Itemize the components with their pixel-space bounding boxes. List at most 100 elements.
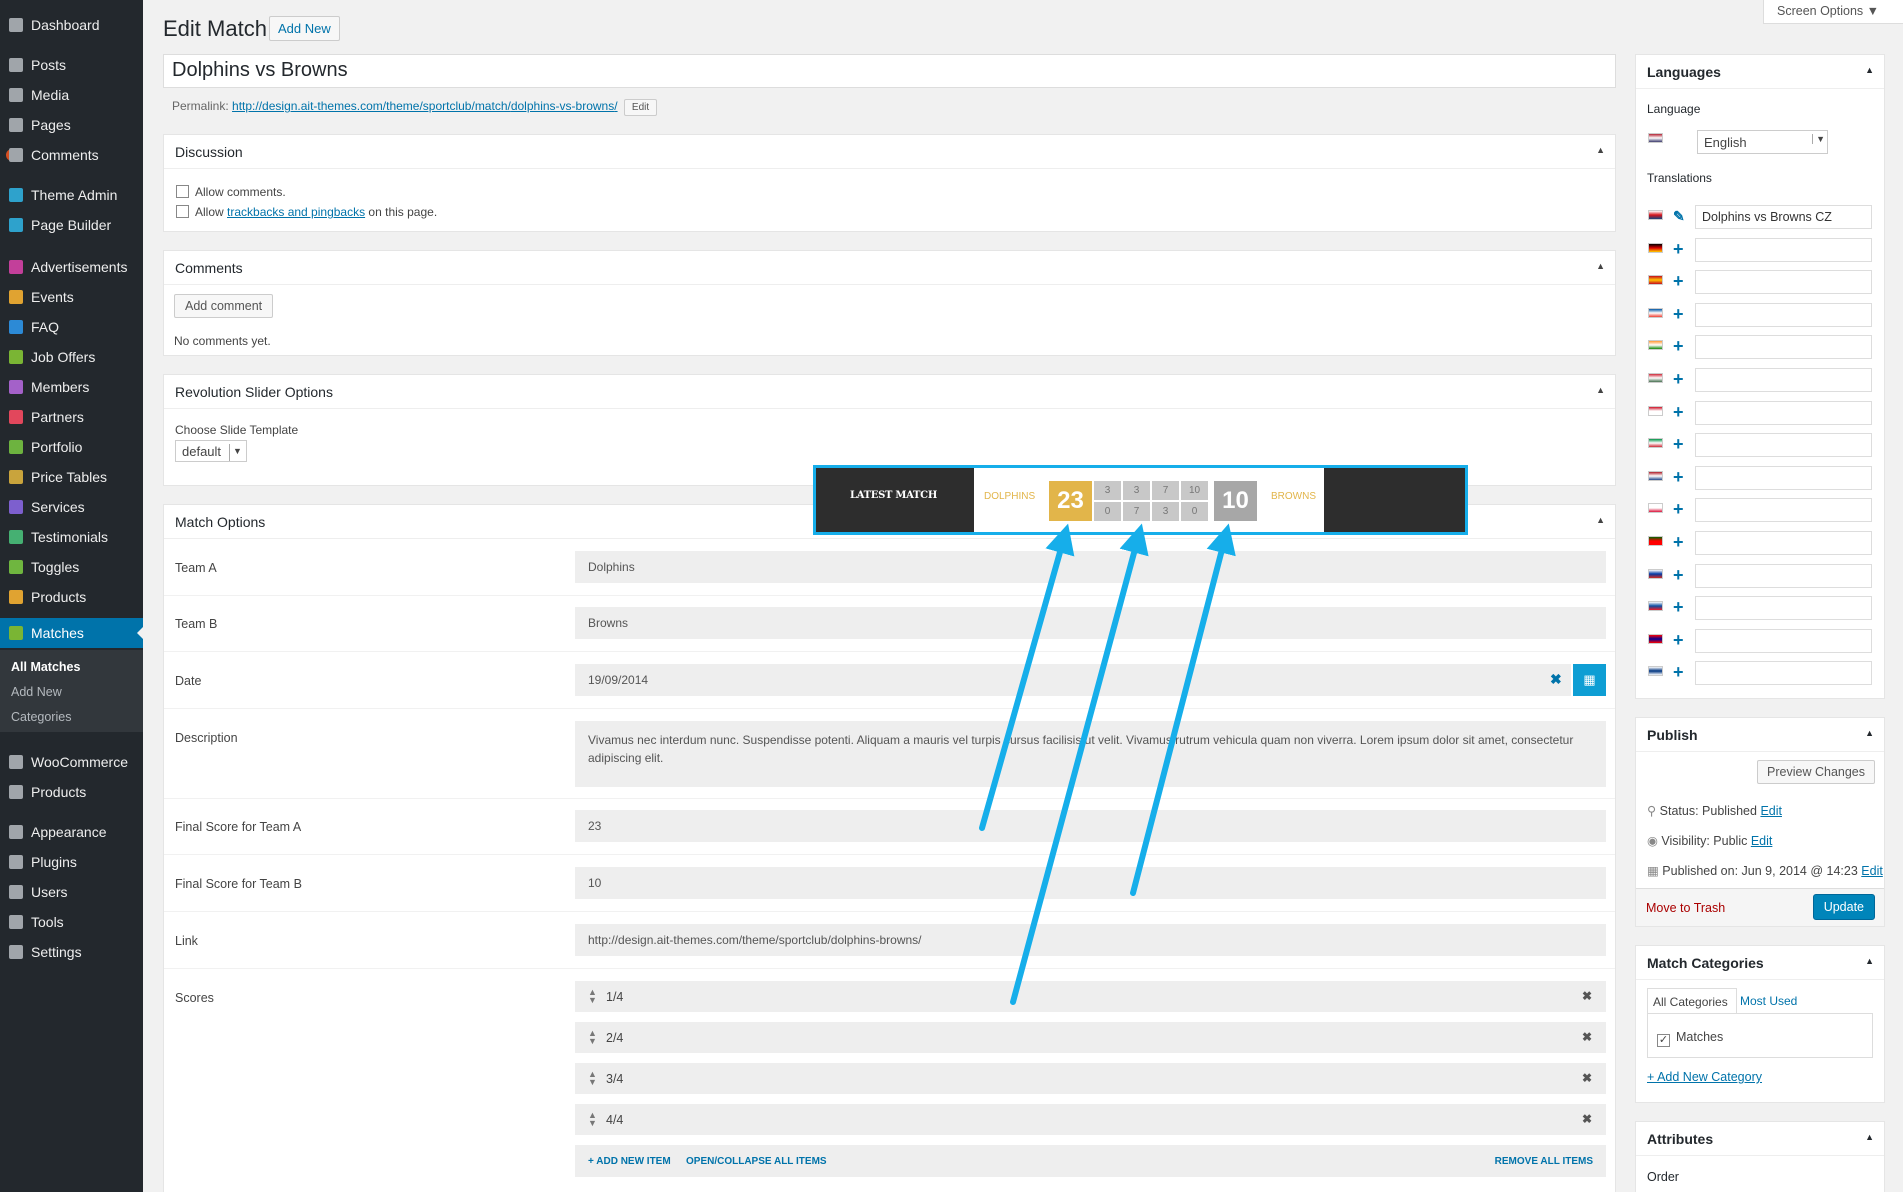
plus-icon[interactable]: + [1673,631,1684,649]
score-item[interactable]: ▲ ▼ 3/4 ✖ [575,1063,1606,1094]
collapse-arrow-icon[interactable]: ▲ [1865,956,1874,966]
pencil-icon[interactable]: ✎ [1673,209,1685,223]
translation-input[interactable] [1695,563,1872,588]
plus-icon[interactable]: + [1673,533,1684,551]
plus-icon[interactable]: + [1673,663,1684,681]
add-comment-button[interactable]: Add comment [174,294,274,318]
sort-arrows-icon[interactable]: ▲ ▼ [588,988,597,1005]
translation-input[interactable] [1695,302,1872,327]
score-item[interactable]: ▲ ▼ 2/4 ✖ [575,1022,1606,1053]
sidebar-item-events[interactable]: Events [0,282,143,312]
translation-input[interactable] [1695,661,1872,686]
translation-input[interactable] [1695,335,1872,360]
description-textarea[interactable]: Vivamus nec interdum nunc. Suspendisse p… [575,721,1606,787]
sidebar-item-faq[interactable]: FAQ [0,312,143,342]
screen-options-button[interactable]: Screen Options ▼ [1763,0,1903,24]
translation-input[interactable] [1695,498,1872,523]
slider-options-header[interactable]: Revolution Slider Options ▲ [164,375,1615,409]
plus-icon[interactable]: + [1673,370,1684,388]
plus-icon[interactable]: + [1673,305,1684,323]
comments-header[interactable]: Comments ▲ [164,251,1615,285]
submenu-item-all-matches[interactable]: All Matches [11,660,80,674]
link-input[interactable]: http://design.ait-themes.com/theme/sport… [575,924,1606,956]
discussion-header[interactable]: Discussion ▲ [164,135,1615,169]
allow-pingbacks-checkbox[interactable] [176,205,189,218]
move-to-trash-link[interactable]: Move to Trash [1646,901,1725,915]
remove-all-items-button[interactable]: REMOVE ALL ITEMS [1495,1156,1593,1167]
plus-icon[interactable]: + [1673,240,1684,258]
update-button[interactable]: Update [1812,894,1875,920]
sidebar-item-price-tables[interactable]: Price Tables [0,462,143,492]
sidebar-item-page-builder[interactable]: Page Builder [0,210,143,240]
tab-all-categories[interactable]: All Categories [1647,988,1737,1014]
published-edit-link[interactable]: Edit [1861,864,1883,878]
collapse-arrow-icon[interactable]: ▲ [1865,65,1874,75]
sidebar-item-media[interactable]: Media [0,80,143,110]
add-new-button[interactable]: Add New [269,16,340,41]
publish-header[interactable]: Publish ▲ [1636,718,1884,752]
plus-icon[interactable]: + [1673,337,1684,355]
translation-input[interactable] [1695,433,1872,458]
add-new-category-link[interactable]: + Add New Category [1647,1070,1762,1084]
sidebar-item-plugins[interactable]: Plugins [0,847,143,877]
tab-most-used[interactable]: Most Used [1740,994,1797,1008]
slide-template-select[interactable]: default ▼ [175,440,247,462]
translation-input[interactable] [1695,596,1872,621]
sort-arrows-icon[interactable]: ▲ ▼ [588,1029,597,1046]
sidebar-item-advertisements[interactable]: Advertisements [0,252,143,282]
collapse-arrow-icon[interactable]: ▲ [1865,1132,1874,1142]
team-b-input[interactable]: Browns [575,607,1606,639]
score-a-input[interactable]: 23 [575,810,1606,842]
remove-item-icon[interactable]: ✖ [1582,1112,1592,1126]
sidebar-item-members[interactable]: Members [0,372,143,402]
status-edit-link[interactable]: Edit [1760,804,1782,818]
remove-item-icon[interactable]: ✖ [1582,1071,1592,1085]
sidebar-item-services[interactable]: Services [0,492,143,522]
remove-item-icon[interactable]: ✖ [1582,1030,1592,1044]
sidebar-item-matches[interactable]: Matches [0,618,143,648]
sidebar-item-settings[interactable]: Settings [0,937,143,967]
team-a-input[interactable]: Dolphins [575,551,1606,583]
sidebar-item-tools[interactable]: Tools [0,907,143,937]
score-item[interactable]: ▲ ▼ 1/4 ✖ [575,981,1606,1012]
translation-input[interactable] [1695,270,1872,295]
trackbacks-link[interactable]: trackbacks and pingbacks [227,205,365,219]
toggle-all-items-button[interactable]: OPEN/COLLAPSE ALL ITEMS [686,1156,827,1167]
sidebar-item-woocommerce[interactable]: WooCommerce [0,747,143,777]
plus-icon[interactable]: + [1673,598,1684,616]
collapse-arrow-icon[interactable]: ▲ [1596,145,1605,155]
translation-input[interactable] [1695,237,1872,262]
date-input[interactable]: 19/09/2014 [575,664,1571,696]
preview-changes-button[interactable]: Preview Changes [1757,760,1875,784]
sidebar-item-posts[interactable]: Posts [0,50,143,80]
plus-icon[interactable]: + [1673,500,1684,518]
plus-icon[interactable]: + [1673,566,1684,584]
translation-input[interactable] [1695,465,1872,490]
attributes-header[interactable]: Attributes ▲ [1636,1122,1884,1156]
remove-item-icon[interactable]: ✖ [1582,989,1592,1003]
sidebar-item-users[interactable]: Users [0,877,143,907]
allow-comments-checkbox[interactable] [176,185,189,198]
sort-arrows-icon[interactable]: ▲ ▼ [588,1070,597,1087]
languages-header[interactable]: Languages ▲ [1636,55,1884,89]
submenu-item-categories[interactable]: Categories [11,710,71,724]
add-new-item-button[interactable]: + ADD NEW ITEM [588,1156,671,1167]
translation-input[interactable] [1695,628,1872,653]
score-b-input[interactable]: 10 [575,867,1606,899]
permalink-link[interactable]: http://design.ait-themes.com/theme/sport… [232,99,618,113]
translation-input[interactable] [1695,400,1872,425]
submenu-item-add-new[interactable]: Add New [11,685,62,699]
translation-input[interactable]: Dolphins vs Browns CZ [1695,205,1872,229]
sidebar-item-dashboard[interactable]: Dashboard [0,10,143,40]
sidebar-item-products[interactable]: Products [0,777,143,807]
match-categories-header[interactable]: Match Categories ▲ [1636,946,1884,980]
translation-input[interactable] [1695,368,1872,392]
collapse-arrow-icon[interactable]: ▲ [1596,515,1605,525]
translation-input[interactable] [1695,531,1872,555]
category-checkbox[interactable]: ✓ [1657,1034,1670,1047]
plus-icon[interactable]: + [1673,403,1684,421]
plus-icon[interactable]: + [1673,272,1684,290]
collapse-arrow-icon[interactable]: ▲ [1865,728,1874,738]
sort-arrows-icon[interactable]: ▲ ▼ [588,1111,597,1128]
visibility-edit-link[interactable]: Edit [1751,834,1773,848]
